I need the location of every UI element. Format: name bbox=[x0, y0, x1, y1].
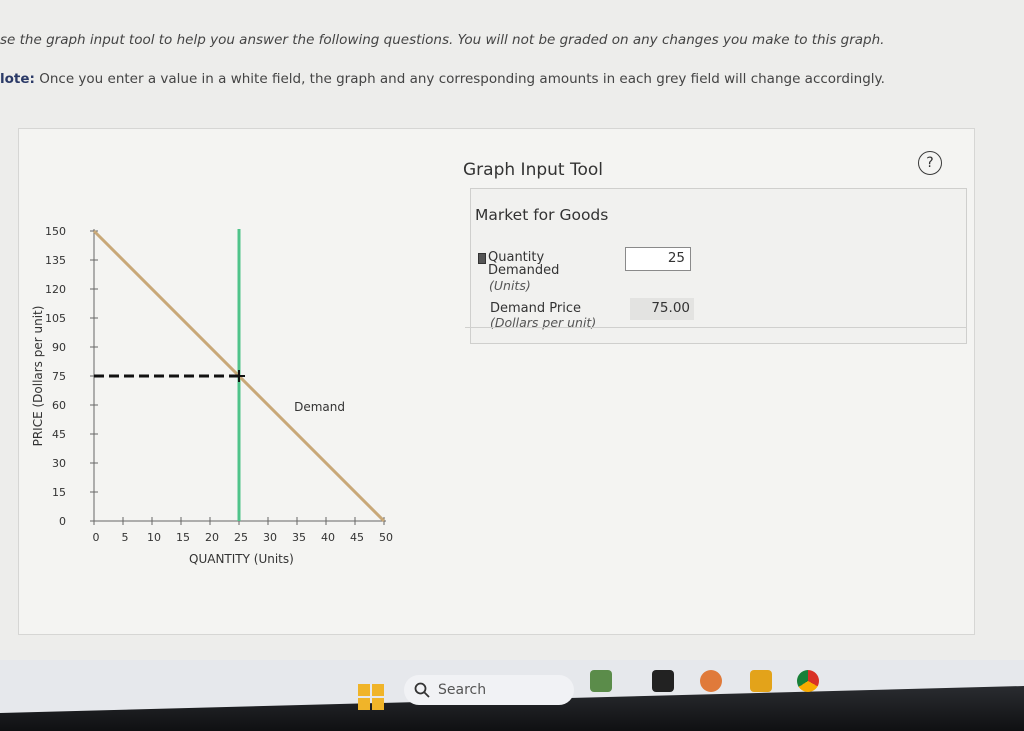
y-tick-label: 45 bbox=[52, 428, 66, 441]
chrome-icon[interactable] bbox=[797, 670, 819, 692]
x-tick-label: 0 bbox=[93, 531, 100, 544]
word-icon[interactable] bbox=[750, 670, 772, 692]
search-placeholder: Search bbox=[438, 682, 487, 698]
x-axis-label: QUANTITY (Units) bbox=[189, 552, 294, 566]
tool-separator bbox=[465, 327, 967, 328]
x-tick-label: 50 bbox=[379, 531, 393, 544]
instructions-text: se the graph input tool to help you answ… bbox=[0, 32, 885, 48]
x-tick-label: 20 bbox=[205, 531, 219, 544]
file-explorer-icon[interactable] bbox=[652, 670, 674, 692]
y-tick-label: 75 bbox=[52, 370, 66, 383]
y-tick-label: 15 bbox=[52, 486, 66, 499]
quantity-marker-icon bbox=[478, 253, 486, 264]
y-tick-label: 90 bbox=[52, 341, 66, 354]
demand-graph[interactable]: 0 15 30 45 60 75 90 105 120 135 150 0 5 10 15 20 25 30 35 4… bbox=[28, 215, 408, 575]
x-tick-label: 25 bbox=[234, 531, 248, 544]
quantity-input[interactable]: 25 bbox=[625, 247, 691, 271]
x-tick-label: 30 bbox=[263, 531, 277, 544]
y-tick-label: 150 bbox=[45, 225, 66, 238]
widgets-icon[interactable] bbox=[590, 670, 612, 692]
help-icon[interactable]: ? bbox=[918, 151, 942, 175]
quantity-label-line2: Demanded bbox=[488, 263, 560, 278]
demand-curve-label: Demand bbox=[294, 400, 345, 414]
graph-input-tool-title: Graph Input Tool bbox=[463, 160, 603, 180]
y-tick-label: 30 bbox=[52, 457, 66, 470]
x-tick-label: 45 bbox=[350, 531, 364, 544]
note-text: lote: Once you enter a value in a white … bbox=[0, 71, 885, 87]
search-icon bbox=[414, 682, 430, 698]
market-title: Market for Goods bbox=[475, 206, 609, 224]
x-tick-label: 5 bbox=[122, 531, 129, 544]
windows-start-icon[interactable] bbox=[358, 684, 384, 710]
note-body: Once you enter a value in a white field,… bbox=[34, 71, 885, 87]
y-tick-label: 0 bbox=[59, 515, 66, 528]
x-tick-label: 15 bbox=[176, 531, 190, 544]
y-tick-label: 60 bbox=[52, 399, 66, 412]
y-tick-label: 135 bbox=[45, 254, 66, 267]
price-label: Demand Price bbox=[490, 301, 581, 316]
y-axis-label: PRICE (Dollars per unit) bbox=[31, 306, 45, 447]
price-output-field: 75.00 bbox=[630, 298, 694, 320]
note-label: lote: bbox=[0, 71, 35, 87]
app-icon[interactable] bbox=[700, 670, 722, 692]
quantity-units: (Units) bbox=[489, 278, 531, 293]
x-tick-label: 10 bbox=[147, 531, 161, 544]
y-tick-label: 105 bbox=[45, 312, 66, 325]
x-tick-label: 40 bbox=[321, 531, 335, 544]
x-tick-label: 35 bbox=[292, 531, 306, 544]
taskbar-search[interactable]: Search bbox=[404, 675, 574, 705]
y-tick-label: 120 bbox=[45, 283, 66, 296]
